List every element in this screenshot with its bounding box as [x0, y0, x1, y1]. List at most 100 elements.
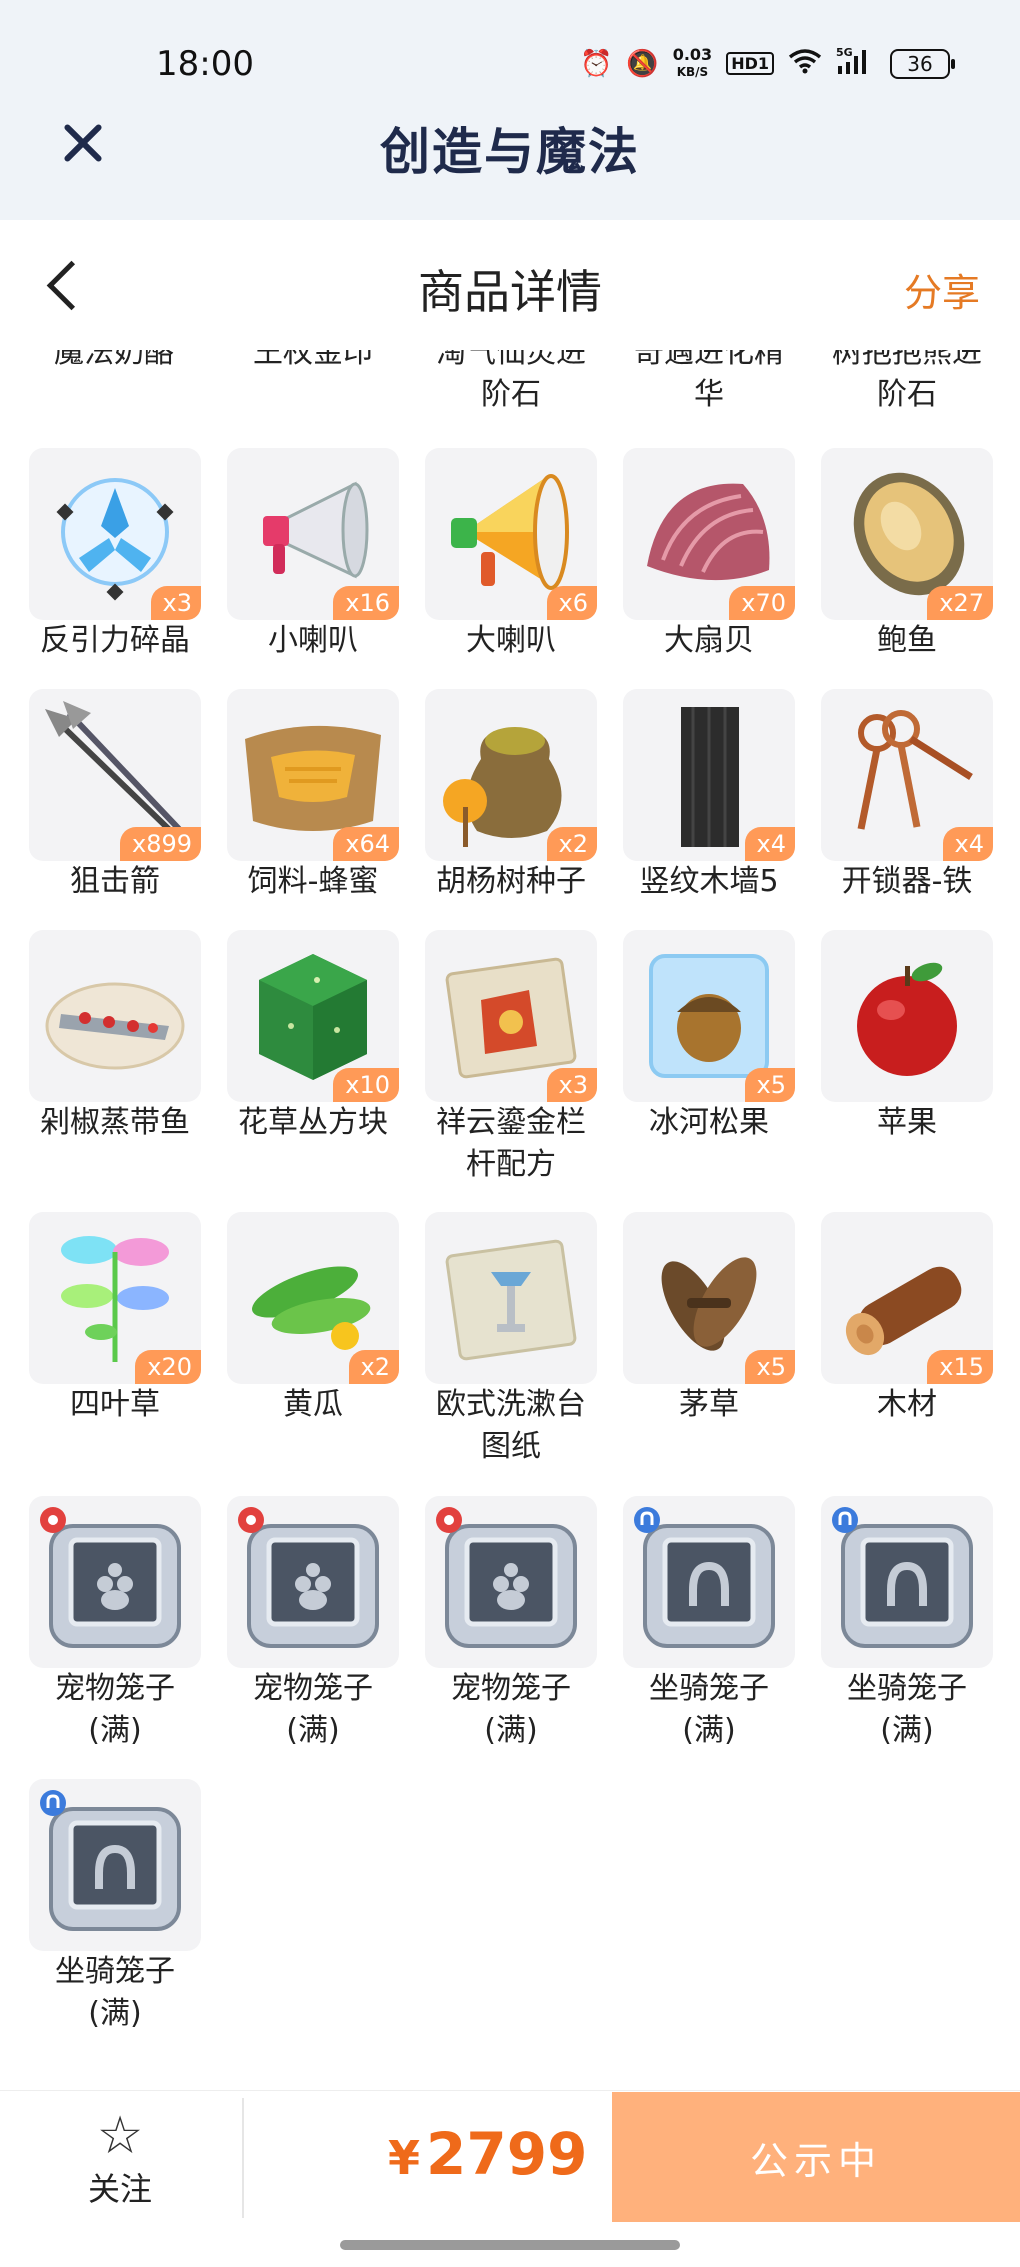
- item-name: 茅草: [679, 1387, 739, 1422]
- item-tile: [29, 1496, 201, 1668]
- item-name-line2: (满): [286, 1713, 340, 1748]
- quantity-badge: x5: [744, 1350, 795, 1384]
- quantity-badge: x16: [333, 586, 399, 620]
- apple-icon: [857, 962, 957, 1076]
- price: ¥2799: [388, 2120, 587, 2188]
- fish-dish-icon: [45, 982, 185, 1070]
- star-icon: ☆: [96, 2106, 144, 2166]
- cut-item-name: 魔法奶酪: [54, 350, 174, 370]
- item-name: 剁椒蒸带鱼: [40, 1105, 190, 1140]
- quantity-badge: x2: [546, 827, 597, 861]
- quantity-badge: x4: [942, 827, 993, 861]
- currency-symbol: ¥: [388, 2131, 421, 2185]
- quantity-badge: x20: [135, 1350, 201, 1384]
- home-indicator[interactable]: [340, 2240, 680, 2250]
- publicity-button[interactable]: 公示中: [612, 2092, 1020, 2222]
- network-speed: 0.03 KB/S: [672, 45, 713, 80]
- item-tile: x70: [623, 448, 795, 620]
- pet-cage-icon: [436, 1507, 577, 1648]
- app-header: [0, 0, 1020, 220]
- item-grid: 魔法奶酪 王权金印 淘气仙灵进 奇遇进化精 树抱抱熊进 阶石 华 阶石 x3 反…: [0, 350, 1020, 2090]
- item-name: 木材: [877, 1387, 937, 1422]
- wifi-icon: [788, 48, 822, 79]
- item-tile: x20: [29, 1212, 201, 1384]
- item-name: 狙击箭: [70, 864, 160, 899]
- item-name-line1: 欧式洗漱台: [436, 1387, 586, 1422]
- item-tile: x899: [29, 689, 201, 861]
- quantity-badge: x2: [348, 1350, 399, 1384]
- item-name-line2: (满): [88, 1996, 142, 2031]
- mount-cage-icon: [832, 1507, 973, 1648]
- item-name: 大喇叭: [466, 623, 556, 658]
- quantity-badge: x15: [927, 1350, 993, 1384]
- mount-cage-icon: [40, 1790, 181, 1931]
- item-tile: x2: [425, 689, 597, 861]
- item-name: 开锁器-铁: [841, 864, 973, 899]
- item-tile: x5: [623, 930, 795, 1102]
- item-tile: [821, 1496, 993, 1668]
- item-tile: [425, 1496, 597, 1668]
- item-tile: x2: [227, 1212, 399, 1384]
- item-name-line2: (满): [682, 1713, 736, 1748]
- item-tile: [821, 930, 993, 1102]
- status-icons: ⏰ 🔕 0.03 KB/S HD1 5G 36: [579, 45, 955, 81]
- item-tile: x4: [623, 689, 795, 861]
- item-name: 花草丛方块: [238, 1105, 388, 1140]
- mount-cage-icon: [634, 1507, 775, 1648]
- cut-item-name-line2: 华: [694, 377, 724, 412]
- cut-item-name: 奇遇进化精: [634, 350, 784, 370]
- app-title: 创造与魔法: [380, 122, 640, 181]
- item-tile: x4: [821, 689, 993, 861]
- item-tile: x3: [29, 448, 201, 620]
- share-button[interactable]: 分享: [904, 262, 980, 317]
- item-name-line1: 坐骑笼子: [847, 1671, 967, 1706]
- item-name-line1: 宠物笼子: [55, 1671, 175, 1706]
- blueprint-icon: [445, 1239, 577, 1361]
- follow-button[interactable]: ☆ 关注: [60, 2108, 180, 2208]
- item-name-line2: (满): [484, 1713, 538, 1748]
- quantity-badge: x27: [927, 586, 993, 620]
- quantity-badge: x10: [333, 1068, 399, 1102]
- item-tile: x64: [227, 689, 399, 861]
- status-time: 18:00: [156, 44, 254, 84]
- network-type-text: 5G: [836, 46, 853, 59]
- item-tile: [425, 1212, 597, 1384]
- item-name-line1: 坐骑笼子: [55, 1954, 175, 1989]
- item-name-line2: 杆配方: [466, 1147, 556, 1182]
- pet-cage-icon: [40, 1507, 181, 1648]
- item-name: 大扇贝: [664, 623, 754, 658]
- item-name: 苹果: [877, 1105, 937, 1140]
- quantity-badge: x3: [546, 1068, 597, 1102]
- item-tile: x27: [821, 448, 993, 620]
- item-tile: x16: [227, 448, 399, 620]
- hd-icon: HD1: [726, 52, 774, 75]
- item-name-line1: 宠物笼子: [253, 1671, 373, 1706]
- cut-item-name: 王权金印: [253, 350, 373, 370]
- pet-cage-icon: [238, 1507, 379, 1648]
- item-tile: x3: [425, 930, 597, 1102]
- item-name-line2: (满): [88, 1713, 142, 1748]
- divider: [242, 2098, 244, 2218]
- item-name: 竖纹木墙5: [639, 864, 779, 899]
- item-tile: x10: [227, 930, 399, 1102]
- item-name: 饲料-蜂蜜: [247, 864, 379, 899]
- page-title: 商品详情: [418, 265, 602, 319]
- item-name-line1: 坐骑笼子: [649, 1671, 769, 1706]
- item-tile: x15: [821, 1212, 993, 1384]
- item-tile: [227, 1496, 399, 1668]
- item-name-line2: (满): [880, 1713, 934, 1748]
- item-name: 冰河松果: [649, 1105, 769, 1140]
- alarm-icon: ⏰: [579, 48, 613, 79]
- item-tile: [623, 1496, 795, 1668]
- battery-icon: 36: [890, 48, 955, 79]
- cut-item-name: 淘气仙灵进: [436, 350, 586, 370]
- item-name: 黄瓜: [283, 1387, 343, 1422]
- price-value: 2799: [426, 2120, 588, 2188]
- item-tile: [29, 930, 201, 1102]
- item-name-line1: 祥云鎏金栏: [436, 1105, 586, 1140]
- item-name: 胡杨树种子: [436, 864, 586, 899]
- quantity-badge: x899: [119, 827, 201, 861]
- cut-item-name-line2: 阶石: [877, 377, 937, 412]
- cut-item-name: 树抱抱熊进: [832, 350, 982, 370]
- item-tile: [29, 1779, 201, 1951]
